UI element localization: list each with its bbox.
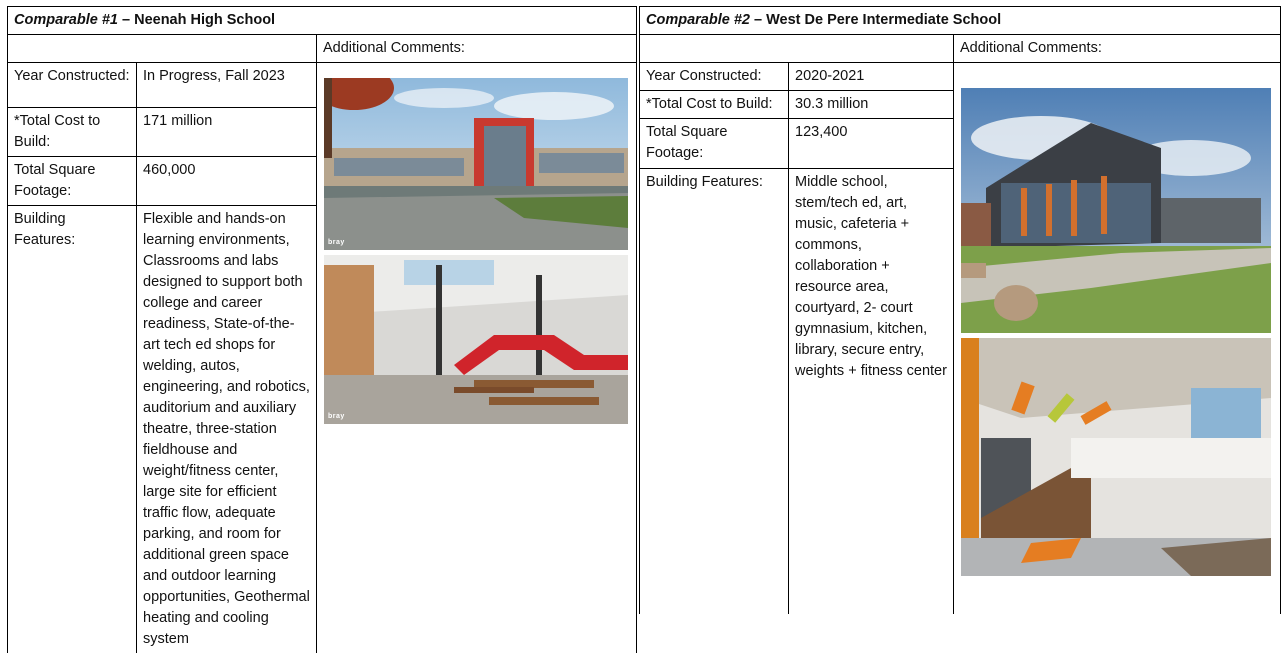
comments-label: Additional Comments:	[954, 35, 1281, 63]
bray-logo: bray	[328, 239, 345, 246]
sqft-value: 123,400	[789, 119, 954, 169]
sqft-label: Total Square Footage:	[640, 119, 789, 169]
features-value: Middle school, stem/tech ed, art, music,…	[789, 169, 954, 614]
comments-label: Additional Comments:	[317, 35, 637, 63]
comparable-2-name: West De Pere Intermediate School	[766, 12, 1001, 28]
west-de-pere-exterior-photo	[961, 88, 1271, 333]
year-label: Year Constructed:	[640, 63, 789, 91]
features-value: Flexible and hands-on learning environme…	[137, 206, 317, 653]
west-de-pere-interior-photo	[961, 338, 1271, 576]
sqft-label: Total Square Footage:	[8, 157, 137, 206]
sqft-value: 460,000	[137, 157, 317, 206]
comparable-1-header: Comparable #1 – Neenah High School	[8, 7, 637, 35]
year-label: Year Constructed:	[8, 63, 137, 108]
empty-cell	[640, 35, 954, 63]
interior-rendering	[324, 255, 628, 424]
bray-logo-interior: bray	[328, 413, 345, 420]
comparable-1-label: Comparable #1	[14, 12, 118, 28]
header-dash: –	[750, 12, 766, 28]
neenah-exterior-photo: bray	[324, 78, 628, 250]
comparable-2-header: Comparable #2 – West De Pere Intermediat…	[640, 7, 1281, 35]
comparable-2-label: Comparable #2	[646, 12, 750, 28]
cost-label: *Total Cost to Build:	[640, 91, 789, 119]
features-label: Building Features:	[8, 206, 137, 653]
comparable-1-name: Neenah High School	[134, 12, 275, 28]
cost-value: 171 million	[137, 108, 317, 157]
interior-photo	[961, 338, 1271, 576]
empty-cell	[8, 35, 317, 63]
header-dash: –	[118, 12, 134, 28]
cost-value: 30.3 million	[789, 91, 954, 119]
neenah-interior-photo: bray	[324, 255, 628, 424]
year-value: In Progress, Fall 2023	[137, 63, 317, 108]
year-value: 2020-2021	[789, 63, 954, 91]
exterior-rendering	[324, 78, 628, 250]
exterior-photo	[961, 88, 1271, 333]
features-label: Building Features:	[640, 169, 789, 614]
cost-label: *Total Cost to Build:	[8, 108, 137, 157]
